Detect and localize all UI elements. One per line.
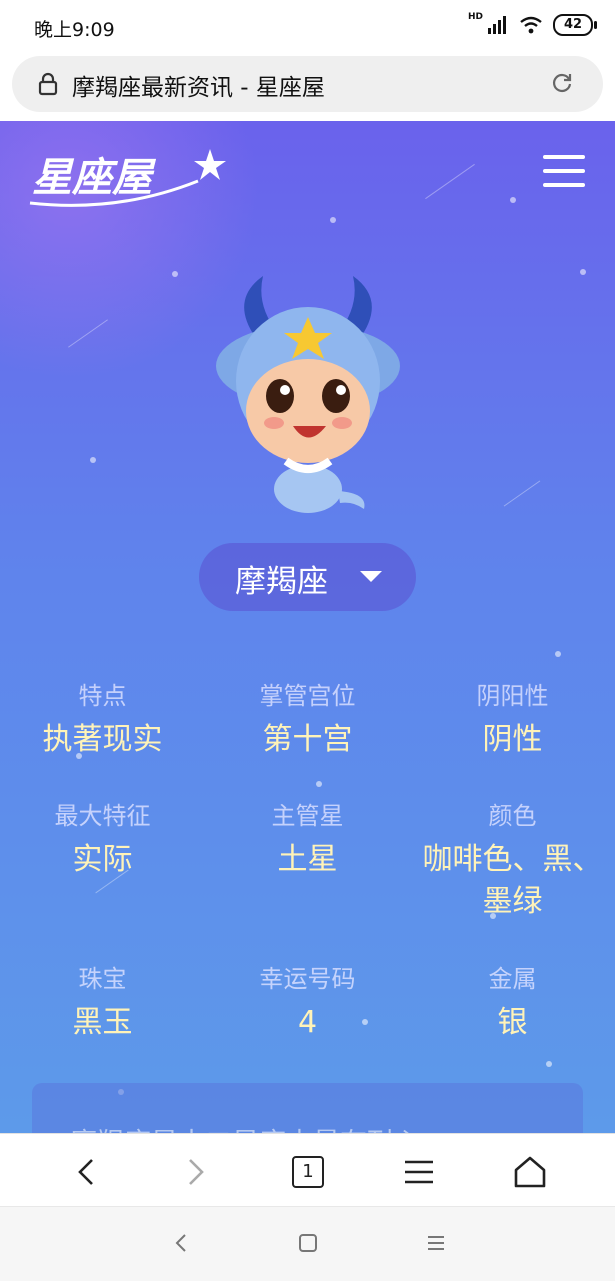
streak-decoration xyxy=(68,319,108,348)
attribute-value: 实际 xyxy=(72,842,133,877)
star-decoration xyxy=(316,781,322,787)
attribute-label: 颜色 xyxy=(488,802,537,830)
attribute-value: 阴性 xyxy=(482,722,543,757)
home-icon[interactable] xyxy=(510,1154,550,1190)
chevron-down-icon xyxy=(360,571,382,582)
attribute-value: 银 xyxy=(497,1005,528,1040)
streak-decoration xyxy=(425,163,475,200)
selected-sign-label: 摩羯座 xyxy=(235,564,328,600)
attribute-item: 颜色 咖啡色、黑、墨绿 xyxy=(410,796,615,923)
streak-decoration xyxy=(503,480,541,507)
network-type: HD xyxy=(467,12,483,22)
attribute-value: 4 xyxy=(297,1005,318,1040)
system-nav-bar xyxy=(0,1206,615,1281)
logo-text: 星座屋 xyxy=(32,155,157,201)
tabs-button[interactable]: 1 xyxy=(292,1156,324,1188)
lock-icon xyxy=(38,72,58,96)
attribute-item: 主管星 土星 xyxy=(205,796,410,881)
attribute-label: 阴阳性 xyxy=(476,682,549,710)
battery-indicator: 42 xyxy=(553,14,597,36)
attribute-item: 幸运号码 4 xyxy=(205,959,410,1044)
attribute-item: 金属 银 xyxy=(410,959,615,1044)
attribute-label: 幸运号码 xyxy=(259,965,356,993)
attribute-item: 掌管宫位 第十宫 xyxy=(205,676,410,761)
attribute-value: 黑玉 xyxy=(72,1005,133,1040)
browser-toolbar: 1 xyxy=(0,1133,615,1206)
status-bar: 晚上9:09 HD 42 xyxy=(0,0,615,54)
star-decoration xyxy=(555,651,561,657)
sign-selector-dropdown[interactable]: 摩羯座 xyxy=(199,543,416,611)
page-title: 摩羯座最新资讯 - 星座屋 xyxy=(72,75,325,101)
forward-icon[interactable] xyxy=(176,1154,216,1190)
menu-icon[interactable] xyxy=(543,155,585,189)
site-logo[interactable]: 星座屋 xyxy=(28,141,228,211)
back-icon[interactable] xyxy=(66,1154,106,1190)
attribute-value: 执著现实 xyxy=(42,722,163,757)
attribute-label: 主管星 xyxy=(271,802,344,830)
capricorn-mascot-image xyxy=(216,276,400,513)
status-icons: HD 42 xyxy=(467,12,597,36)
star-decoration xyxy=(330,217,336,223)
star-decoration xyxy=(546,1061,552,1067)
nav-home-icon[interactable] xyxy=(296,1231,320,1255)
reload-icon[interactable] xyxy=(549,70,575,96)
star-decoration xyxy=(90,457,96,463)
nav-recents-icon[interactable] xyxy=(424,1231,448,1255)
attribute-value: 第十宫 xyxy=(262,722,353,757)
menu-lines-icon[interactable] xyxy=(399,1154,439,1190)
attribute-item: 阴阳性 阴性 xyxy=(410,676,615,761)
attribute-item: 最大特征 实际 xyxy=(0,796,205,881)
status-time: 晚上9:09 xyxy=(34,19,115,41)
attribute-label: 最大特征 xyxy=(54,802,151,830)
attribute-label: 金属 xyxy=(488,965,537,993)
hero-section: 星座屋 摩羯座 特点 执著现实 掌管宫位 第十宫 阴阳性 阴性 最大特征 实际 … xyxy=(0,121,615,1133)
attribute-value: 咖啡色、黑、墨绿 xyxy=(422,842,603,919)
address-bar[interactable]: 摩羯座最新资讯 - 星座屋 xyxy=(12,56,603,112)
signal-icon xyxy=(488,16,506,34)
star-decoration xyxy=(580,269,586,275)
attribute-label: 珠宝 xyxy=(78,965,127,993)
attribute-label: 特点 xyxy=(78,682,127,710)
star-decoration xyxy=(172,271,178,277)
description-text: 摩羯座是十二星座中最有耐心 xyxy=(70,1121,421,1133)
nav-back-icon[interactable] xyxy=(170,1231,194,1255)
description-card: 摩羯座是十二星座中最有耐心 xyxy=(32,1083,583,1133)
attribute-item: 珠宝 黑玉 xyxy=(0,959,205,1044)
star-decoration xyxy=(510,197,516,203)
wifi-icon xyxy=(520,16,542,34)
attribute-value: 土星 xyxy=(277,842,338,877)
attribute-item: 特点 执著现实 xyxy=(0,676,205,761)
attribute-label: 掌管宫位 xyxy=(259,682,356,710)
